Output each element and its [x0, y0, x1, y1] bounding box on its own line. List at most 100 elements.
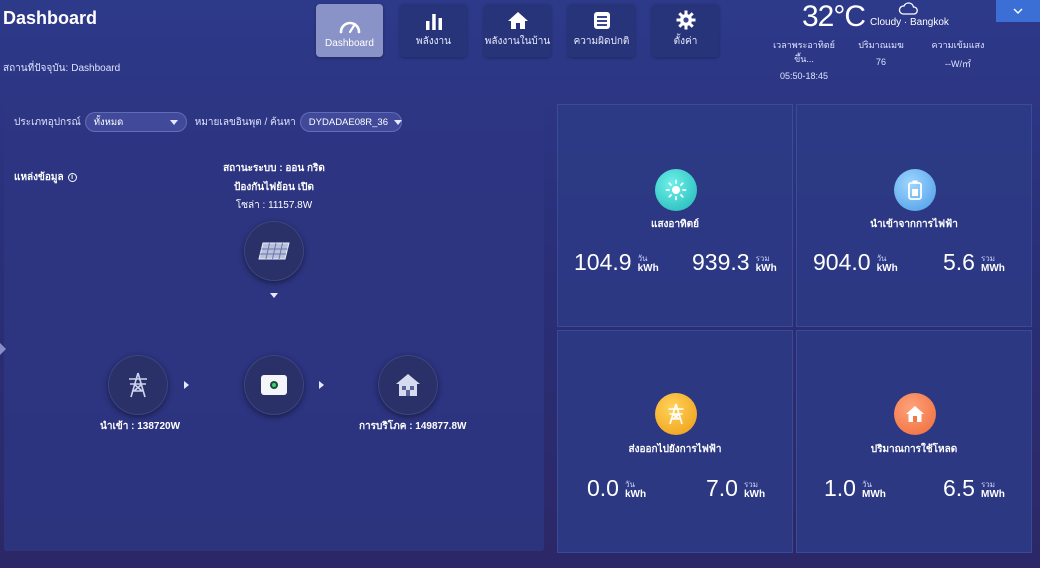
chevron-down-icon: [169, 119, 178, 125]
gear-icon: [676, 10, 695, 30]
import-day-metric: 904.0 วัน kWh: [813, 251, 898, 274]
power-tower-icon: [129, 372, 147, 398]
top-nav: Dashboard พลังงาน พลังงานในบ้าน ความผิดป…: [316, 4, 719, 57]
solar-total-metric: 939.3 รวม kWh: [692, 251, 777, 274]
load-total-unit: MWh: [980, 489, 1005, 500]
nav-home-energy[interactable]: พลังงานในบ้าน: [484, 4, 551, 57]
load-day-unit: MWh: [861, 489, 886, 500]
battery-icon: [894, 169, 936, 211]
export-day-value: 0.0: [587, 475, 619, 501]
breadcrumb: สถานที่ปัจจุบัน: Dashboard: [3, 61, 120, 76]
expand-menu-button[interactable]: [996, 0, 1040, 22]
grid-import-label: นำเข้า : 138720W: [100, 421, 181, 432]
cloud-cover: ปริมาณเมฆ 76: [843, 38, 919, 81]
cloud-icon: [898, 2, 918, 15]
serial-select[interactable]: DYDADAE08R_36: [299, 112, 403, 132]
import-day-value: 904.0: [813, 249, 871, 275]
bar-chart-icon: [425, 14, 442, 30]
sun-time: เวลาพระอาทิตย์ขึ้น... 05:50-18:45: [766, 38, 842, 81]
device-type-label: ประเภทอุปกรณ์: [14, 116, 81, 128]
nav-dashboard-label: Dashboard: [325, 38, 374, 49]
card-grid-export: ส่งออกไปยังการไฟฟ้า 0.0 วัน kWh 7.0 รวม kW…: [557, 330, 793, 553]
data-source: แหล่งข้อมูล i: [14, 170, 77, 185]
flow-arrow-right-icon: [184, 381, 189, 389]
breadcrumb-prefix: สถานที่ปัจจุบัน:: [3, 63, 69, 74]
card-solar: แสงอาทิตย์ 104.9 วัน kWh 939.3 รวม kWh: [557, 104, 793, 327]
device-type-select[interactable]: ทั้งหมด: [84, 112, 187, 132]
side-expand-handle[interactable]: [0, 343, 6, 355]
solar-total-unit: kWh: [755, 263, 777, 274]
flow-arrow-right-icon: [319, 381, 324, 389]
irradiance-label: ความเข้มแสง: [931, 40, 985, 50]
nav-settings[interactable]: ตั้งค่า: [652, 4, 719, 57]
irradiance: ความเข้มแสง --W/㎡: [920, 38, 996, 81]
power-tower-icon: [655, 393, 697, 435]
house-icon: [396, 374, 420, 396]
import-day-unit: kWh: [876, 263, 898, 274]
nav-dashboard[interactable]: Dashboard: [316, 4, 383, 57]
home-icon: [507, 12, 528, 29]
gauge-icon: [339, 21, 360, 34]
card-solar-label: แสงอาทิตย์: [651, 219, 699, 230]
import-total-value: 5.6: [943, 249, 975, 275]
chevron-down-icon: [394, 119, 403, 125]
load-total-metric: 6.5 รวม MWh: [943, 477, 1005, 500]
load-day-metric: 1.0 วัน MWh: [824, 477, 886, 500]
card-load: ปริมาณการใช้โหลด 1.0 วัน MWh 6.5 รวม MWh: [796, 330, 1032, 553]
solar-day-value: 104.9: [574, 249, 632, 275]
export-day-unit: kWh: [624, 489, 647, 500]
breadcrumb-current: Dashboard: [71, 63, 121, 74]
nav-faults[interactable]: ความผิดปกติ: [568, 4, 635, 57]
solar-power-line: โซล่า : 11157.8W: [235, 200, 313, 211]
nav-settings-label: ตั้งค่า: [673, 36, 698, 47]
info-icon[interactable]: i: [67, 173, 77, 182]
export-total-value: 7.0: [706, 475, 738, 501]
grid-node[interactable]: [108, 355, 168, 415]
nav-energy[interactable]: พลังงาน: [400, 4, 467, 57]
export-total-metric: 7.0 รวม kWh: [706, 477, 765, 500]
backflow-line: ป้องกันไฟย้อน เปิด: [234, 181, 314, 193]
data-source-label: แหล่งข้อมูล: [14, 172, 64, 183]
weather-widget: 32°C Cloudy · Bangkok เวลาพระอาทิตย์ขึ้น…: [766, 0, 996, 81]
flow-arrow-down-icon: [270, 293, 278, 298]
solar-panel-node[interactable]: [244, 221, 304, 281]
nav-home-energy-label: พลังงานในบ้าน: [484, 36, 551, 47]
consumption-label: การบริโภค : 149877.8W: [359, 421, 467, 432]
import-total-unit: MWh: [980, 263, 1005, 274]
weather-condition-city: Cloudy · Bangkok: [870, 17, 949, 28]
cloud-cover-value: 76: [875, 57, 886, 67]
load-total-value: 6.5: [943, 475, 975, 501]
home-load-node[interactable]: [378, 355, 438, 415]
irradiance-value: --W/㎡: [945, 59, 971, 69]
serial-search-label: หมายเลขอินพุต / ค้นหา: [194, 116, 296, 128]
nav-energy-label: พลังงาน: [416, 36, 451, 47]
export-total-unit: kWh: [743, 489, 766, 500]
temperature: 32°C: [802, 0, 866, 33]
solar-day-metric: 104.9 วัน kWh: [574, 251, 659, 274]
chevron-down-icon: [1013, 8, 1023, 14]
system-status: สถานะระบบ : ออน กริด ป้องกันไฟย้อน เปิด …: [174, 160, 374, 216]
system-status-line: สถานะระบบ : ออน กริด: [223, 163, 325, 174]
sun-time-label: เวลาพระอาทิตย์ขึ้น...: [773, 40, 835, 64]
home-icon: [894, 393, 936, 435]
weather-details: เวลาพระอาทิตย์ขึ้น... 05:50-18:45 ปริมาณ…: [766, 38, 996, 81]
solar-total-value: 939.3: [692, 249, 750, 275]
card-load-label: ปริมาณการใช้โหลด: [870, 444, 958, 455]
inverter-icon: [261, 375, 287, 395]
export-day-metric: 0.0 วัน kWh: [587, 477, 646, 500]
nav-faults-label: ความผิดปกติ: [573, 36, 630, 47]
solar-day-unit: kWh: [637, 263, 659, 274]
inverter-node[interactable]: [244, 355, 304, 415]
load-day-value: 1.0: [824, 475, 856, 501]
alert-list-icon: [593, 12, 610, 29]
filter-bar: ประเภทอุปกรณ์ ทั้งหมด หมายเลขอินพุต / ค้…: [14, 112, 403, 132]
card-grid-import: นำเข้าจากการไฟฟ้า 904.0 วัน kWh 5.6 รวม MW…: [796, 104, 1032, 327]
solar-panel-icon: [258, 242, 290, 260]
sun-time-value: 05:50-18:45: [779, 71, 829, 81]
card-grid-import-label: นำเข้าจากการไฟฟ้า: [870, 219, 958, 230]
sun-icon: [655, 169, 697, 211]
energy-flow-panel: ประเภทอุปกรณ์ ทั้งหมด หมายเลขอินพุต / ค้…: [4, 103, 544, 551]
import-total-metric: 5.6 รวม MWh: [943, 251, 1005, 274]
device-type-value: ทั้งหมด: [93, 116, 124, 128]
cloud-cover-label: ปริมาณเมฆ: [858, 40, 904, 50]
